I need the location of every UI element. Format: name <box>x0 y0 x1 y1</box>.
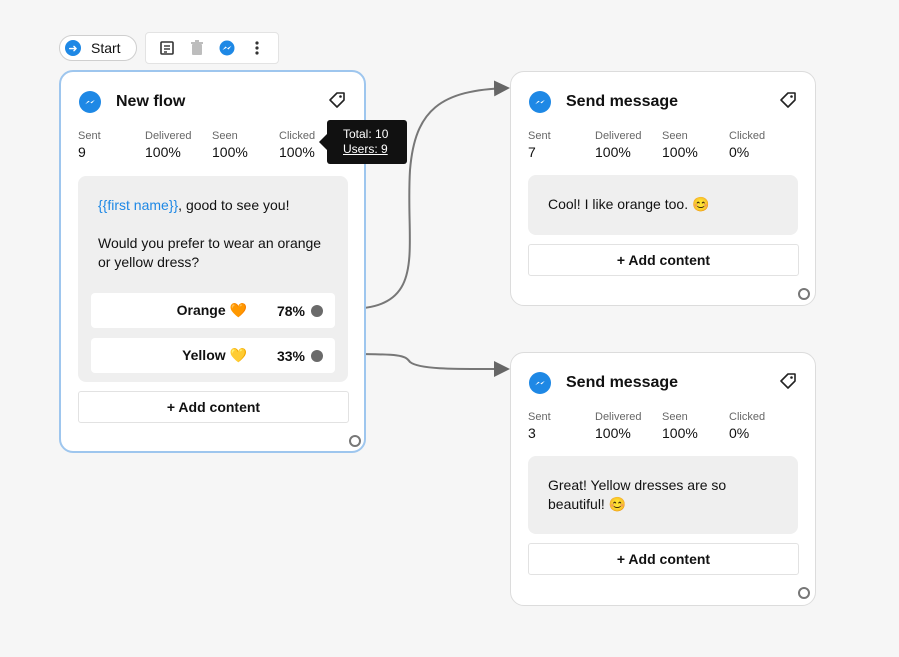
add-content-button[interactable]: + Add content <box>78 391 349 423</box>
node-title: Send message <box>566 93 679 110</box>
stat-seen: 100% <box>662 425 698 441</box>
variable-first-name: {{first name}} <box>98 197 179 213</box>
start-label: Start <box>91 40 121 56</box>
node-stats: Sent 9 Delivered 100% Seen 100% Clicked 100% <box>78 130 346 160</box>
node-output-handle[interactable] <box>798 288 810 300</box>
send-message-node-orange[interactable]: Send message Sent 7 Delivered 100% Seen 100… <box>510 71 816 306</box>
add-content-button[interactable]: + Add content <box>528 543 799 575</box>
messenger-icon <box>529 372 551 394</box>
start-button[interactable]: ➜ Start <box>59 35 137 61</box>
connector-handle[interactable] <box>311 349 323 362</box>
tag-icon[interactable] <box>779 372 797 395</box>
clicked-tooltip: Total: 10 Users: 9 <box>319 120 407 164</box>
stat-clicked: 0% <box>729 425 750 441</box>
messenger-icon <box>79 91 101 113</box>
node-stats: Sent 7 Delivered 100% Seen 100% Clicked 0% <box>528 130 796 160</box>
stat-seen: 100% <box>662 144 698 160</box>
stat-sent: 9 <box>78 144 86 160</box>
add-content-button[interactable]: + Add content <box>528 244 799 276</box>
stat-sent: 3 <box>528 425 536 441</box>
messenger-icon <box>529 91 551 113</box>
arrow-right-icon: ➜ <box>65 40 81 56</box>
node-title: New flow <box>116 93 186 110</box>
node-output-handle[interactable] <box>349 435 361 447</box>
send-message-node-yellow[interactable]: Send message Sent 3 Delivered 100% Seen 100… <box>510 352 816 606</box>
more-vertical-icon[interactable] <box>245 36 269 60</box>
message-bubble[interactable]: Great! Yellow dresses are so beautiful! … <box>528 456 798 534</box>
node-title: Send message <box>566 374 679 391</box>
stat-sent: 7 <box>528 144 536 160</box>
users-link[interactable]: Users: 9 <box>343 142 388 156</box>
stat-delivered: 100% <box>595 144 631 160</box>
stat-clicked: 0% <box>729 144 750 160</box>
node-stats: Sent 3 Delivered 100% Seen 100% Clicked 0% <box>528 411 796 441</box>
connector-yellow <box>346 353 510 378</box>
node-toolbar <box>145 32 279 64</box>
new-flow-node[interactable]: New flow Sent 9 Delivered 100% Seen 100% Cl… <box>59 70 366 453</box>
connector-handle[interactable] <box>311 304 323 317</box>
stat-delivered: 100% <box>595 425 631 441</box>
note-icon[interactable] <box>155 36 179 60</box>
stat-delivered: 100% <box>145 144 181 160</box>
messenger-icon[interactable] <box>215 36 239 60</box>
message-bubble[interactable]: Cool! I like orange too. 😊 <box>528 175 798 235</box>
stat-seen: 100% <box>212 144 248 160</box>
tag-icon[interactable] <box>779 91 797 114</box>
quick-reply-yellow[interactable]: Yellow 💛 33% <box>91 338 335 373</box>
node-output-handle[interactable] <box>798 587 810 599</box>
quick-reply-orange[interactable]: Orange 🧡 78% <box>91 293 335 328</box>
tag-icon[interactable] <box>328 91 346 114</box>
trash-icon[interactable] <box>185 36 209 60</box>
